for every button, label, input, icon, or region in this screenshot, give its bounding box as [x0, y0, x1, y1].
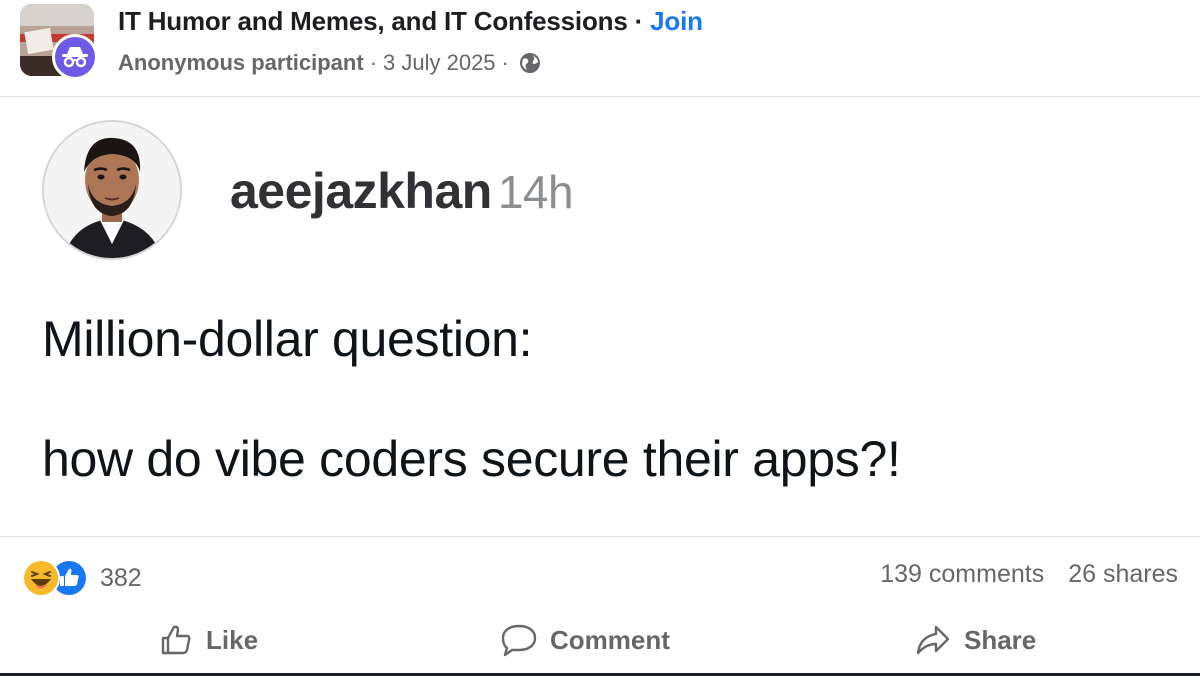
title-separator: · [634, 6, 644, 36]
reactions-summary[interactable]: 382 [22, 558, 142, 598]
tweet-time: 14h [497, 166, 574, 218]
shares-count[interactable]: 26 shares [1068, 560, 1178, 589]
post-card: IT Humor and Memes, and IT Confessions ·… [0, 0, 1200, 676]
comment-label: Comment [550, 624, 670, 655]
profile-picture [42, 120, 182, 260]
author-name[interactable]: Anonymous participant [118, 50, 364, 76]
reaction-count[interactable]: 382 [100, 564, 142, 593]
comments-count[interactable]: 139 comments [880, 560, 1044, 589]
group-name-link[interactable]: IT Humor and Memes, and IT Confessions [118, 6, 628, 36]
tweet-text-line-2: how do vibe coders secure their apps?! [42, 431, 901, 487]
like-button[interactable]: Like [158, 612, 258, 668]
post-date[interactable]: 3 July 2025 [383, 50, 496, 76]
incognito-icon [52, 34, 98, 80]
haha-icon [22, 559, 60, 597]
thumbs-up-icon [158, 622, 194, 658]
action-bar: Like Comment Share [0, 612, 1200, 668]
tweet-text-line-1: Million-dollar question: [42, 311, 533, 367]
share-button[interactable]: Share [914, 612, 1036, 668]
meta-separator: · [501, 50, 509, 75]
comment-button[interactable]: Comment [500, 612, 670, 668]
group-title-row: IT Humor and Memes, and IT Confessions ·… [118, 6, 703, 37]
tweet-header: aeejazkhan 14h [230, 162, 574, 220]
share-icon [914, 622, 952, 658]
avatar-bg-box [24, 27, 54, 55]
globe-icon [519, 52, 541, 74]
like-label: Like [206, 624, 259, 655]
post-header: IT Humor and Memes, and IT Confessions ·… [0, 0, 1200, 97]
tweet-username: aeejazkhan [230, 163, 492, 219]
join-button[interactable]: Join [650, 6, 703, 36]
post-meta: Anonymous participant · 3 July 2025 · [118, 50, 541, 76]
post-stats: 139 comments 26 shares [880, 560, 1178, 589]
comment-icon [500, 622, 538, 658]
content-divider [0, 536, 1200, 537]
meta-separator: · [369, 50, 378, 75]
share-label: Share [964, 624, 1037, 655]
avatar-bg-sky [20, 4, 94, 28]
